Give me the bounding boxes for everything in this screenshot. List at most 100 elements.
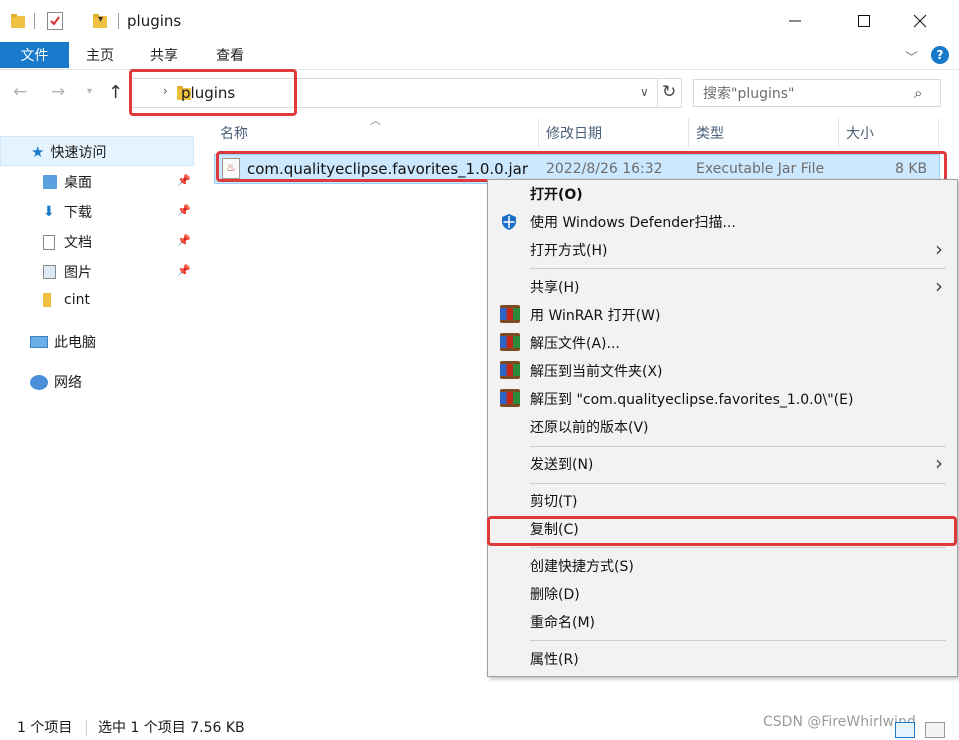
watermark: CSDN @FireWhirlwind <box>763 714 916 730</box>
winrar-icon <box>500 361 520 379</box>
divider <box>657 79 658 107</box>
sidebar-item-label: 网络 <box>54 375 82 391</box>
menu-item-properties[interactable]: 属性(R) <box>530 648 579 670</box>
chevron-right-icon: › <box>935 237 943 261</box>
menu-item-extract-here[interactable]: 解压到当前文件夹(X) <box>530 360 663 382</box>
menu-item-open[interactable]: 打开(O) <box>530 183 583 205</box>
refresh-icon[interactable]: ↻ <box>662 82 676 102</box>
sidebar-item-label: cint <box>64 292 90 308</box>
back-icon[interactable]: ← <box>13 82 27 102</box>
menu-item-delete[interactable]: 删除(D) <box>530 583 580 605</box>
menu-item-winrar-open[interactable]: 用 WinRAR 打开(W) <box>530 304 660 326</box>
column-header-name[interactable]: 名称 <box>220 118 248 148</box>
sidebar-item-this-pc[interactable]: 此电脑 <box>30 332 96 352</box>
chevron-right-icon: › <box>935 274 943 298</box>
pin-icon[interactable]: 📌 <box>177 204 191 217</box>
sidebar-item-label: 此电脑 <box>54 335 96 351</box>
properties-icon[interactable] <box>47 12 63 30</box>
tab-view[interactable]: 查看 <box>216 42 244 68</box>
customize-toolbar-icon[interactable]: ▾ <box>98 14 103 25</box>
sidebar-item-quick-access[interactable]: ★ 快速访问 <box>31 142 106 162</box>
divider[interactable] <box>538 118 539 148</box>
up-icon[interactable]: ↑ <box>108 82 123 103</box>
sidebar-item-network[interactable]: 网络 <box>30 372 82 392</box>
chevron-right-icon: › <box>935 451 943 475</box>
status-selection: 选中 1 个项目 7.56 KB <box>98 720 245 736</box>
menu-separator <box>530 483 946 484</box>
search-icon[interactable]: ⌕ <box>914 84 922 102</box>
menu-item-share[interactable]: 共享(H) <box>530 276 579 298</box>
thumbnail-view-icon[interactable] <box>925 722 945 738</box>
menu-item-cut[interactable]: 剪切(T) <box>530 490 577 512</box>
tab-home[interactable]: 主页 <box>86 42 114 68</box>
menu-item-restore-versions[interactable]: 还原以前的版本(V) <box>530 416 649 438</box>
search-input[interactable]: 搜索"plugins" <box>693 79 941 107</box>
divider[interactable] <box>838 118 839 148</box>
menu-item-defender-scan[interactable]: 使用 Windows Defender扫描... <box>530 211 736 233</box>
menu-item-open-with[interactable]: 打开方式(H) <box>530 239 607 261</box>
sidebar-item-label: 快速访问 <box>50 145 107 161</box>
forward-icon[interactable]: → <box>51 82 65 102</box>
sort-ascending-icon: ︿ <box>370 114 381 127</box>
network-icon <box>30 374 48 390</box>
menu-separator <box>530 547 946 548</box>
menu-item-extract[interactable]: 解压文件(A)... <box>530 332 620 354</box>
picture-icon <box>43 265 56 279</box>
divider <box>118 13 119 29</box>
chevron-down-icon[interactable]: ∨ <box>640 85 649 99</box>
tab-file[interactable]: 文件 <box>0 42 69 68</box>
details-view-icon[interactable] <box>895 722 915 738</box>
divider <box>34 13 35 29</box>
maximize-button[interactable] <box>841 0 887 42</box>
pin-icon[interactable]: 📌 <box>177 234 191 247</box>
winrar-icon <box>500 305 520 323</box>
minimize-button[interactable] <box>772 0 818 42</box>
highlight-box <box>129 69 297 116</box>
close-button[interactable] <box>897 0 943 42</box>
menu-item-extract-to[interactable]: 解压到 "com.qualityeclipse.favorites_1.0.0\… <box>530 388 853 410</box>
sidebar-item-desktop[interactable]: 桌面 <box>43 172 92 192</box>
winrar-icon <box>500 389 520 407</box>
winrar-icon <box>500 333 520 351</box>
highlight-box <box>216 151 947 182</box>
divider[interactable] <box>938 118 939 148</box>
desktop-icon <box>43 175 57 189</box>
sidebar-item-label: 文档 <box>64 235 92 251</box>
pin-icon[interactable]: 📌 <box>177 174 191 187</box>
navigation-pane: ★ 快速访问 桌面 📌 ⬇ 下载 📌 文档 📌 图片 📌 cint 此电脑 网络 <box>0 118 196 708</box>
menu-item-rename[interactable]: 重命名(M) <box>530 611 595 633</box>
sidebar-item-documents[interactable]: 文档 <box>43 232 92 252</box>
sidebar-item-label: 下载 <box>64 205 92 221</box>
expand-ribbon-icon[interactable]: ﹀ <box>905 47 918 66</box>
recent-locations-icon[interactable]: ▾ <box>87 86 92 97</box>
folder-icon <box>11 14 25 28</box>
ribbon <box>0 42 959 70</box>
menu-item-create-shortcut[interactable]: 创建快捷方式(S) <box>530 555 634 577</box>
menu-separator <box>530 640 946 641</box>
folder-icon <box>43 293 51 307</box>
column-header-size[interactable]: 大小 <box>846 118 874 148</box>
menu-separator <box>530 446 946 447</box>
menu-item-send-to[interactable]: 发送到(N) <box>530 453 593 475</box>
sidebar-item-cint[interactable]: cint <box>43 292 90 308</box>
column-header-modified[interactable]: 修改日期 <box>546 118 602 148</box>
context-menu: 打开(O) 使用 Windows Defender扫描... 打开方式(H) ›… <box>487 179 958 677</box>
defender-shield-icon <box>500 213 520 231</box>
divider <box>86 720 87 736</box>
column-header-type[interactable]: 类型 <box>696 118 724 148</box>
tab-share[interactable]: 共享 <box>150 42 178 68</box>
computer-icon <box>30 336 48 348</box>
document-icon <box>43 234 55 250</box>
status-item-count: 1 个项目 <box>17 720 73 736</box>
download-icon: ⬇ <box>43 204 55 220</box>
sidebar-item-downloads[interactable]: ⬇ 下载 <box>43 202 92 222</box>
sidebar-item-label: 桌面 <box>64 175 92 191</box>
sidebar-item-label: 图片 <box>64 265 92 281</box>
pin-icon[interactable]: 📌 <box>177 264 191 277</box>
sidebar-item-pictures[interactable]: 图片 <box>43 262 92 282</box>
menu-separator <box>530 268 946 269</box>
divider[interactable] <box>688 118 689 148</box>
help-button[interactable]: ? <box>931 46 949 64</box>
window-title: plugins <box>127 12 182 30</box>
star-icon: ★ <box>31 143 45 161</box>
